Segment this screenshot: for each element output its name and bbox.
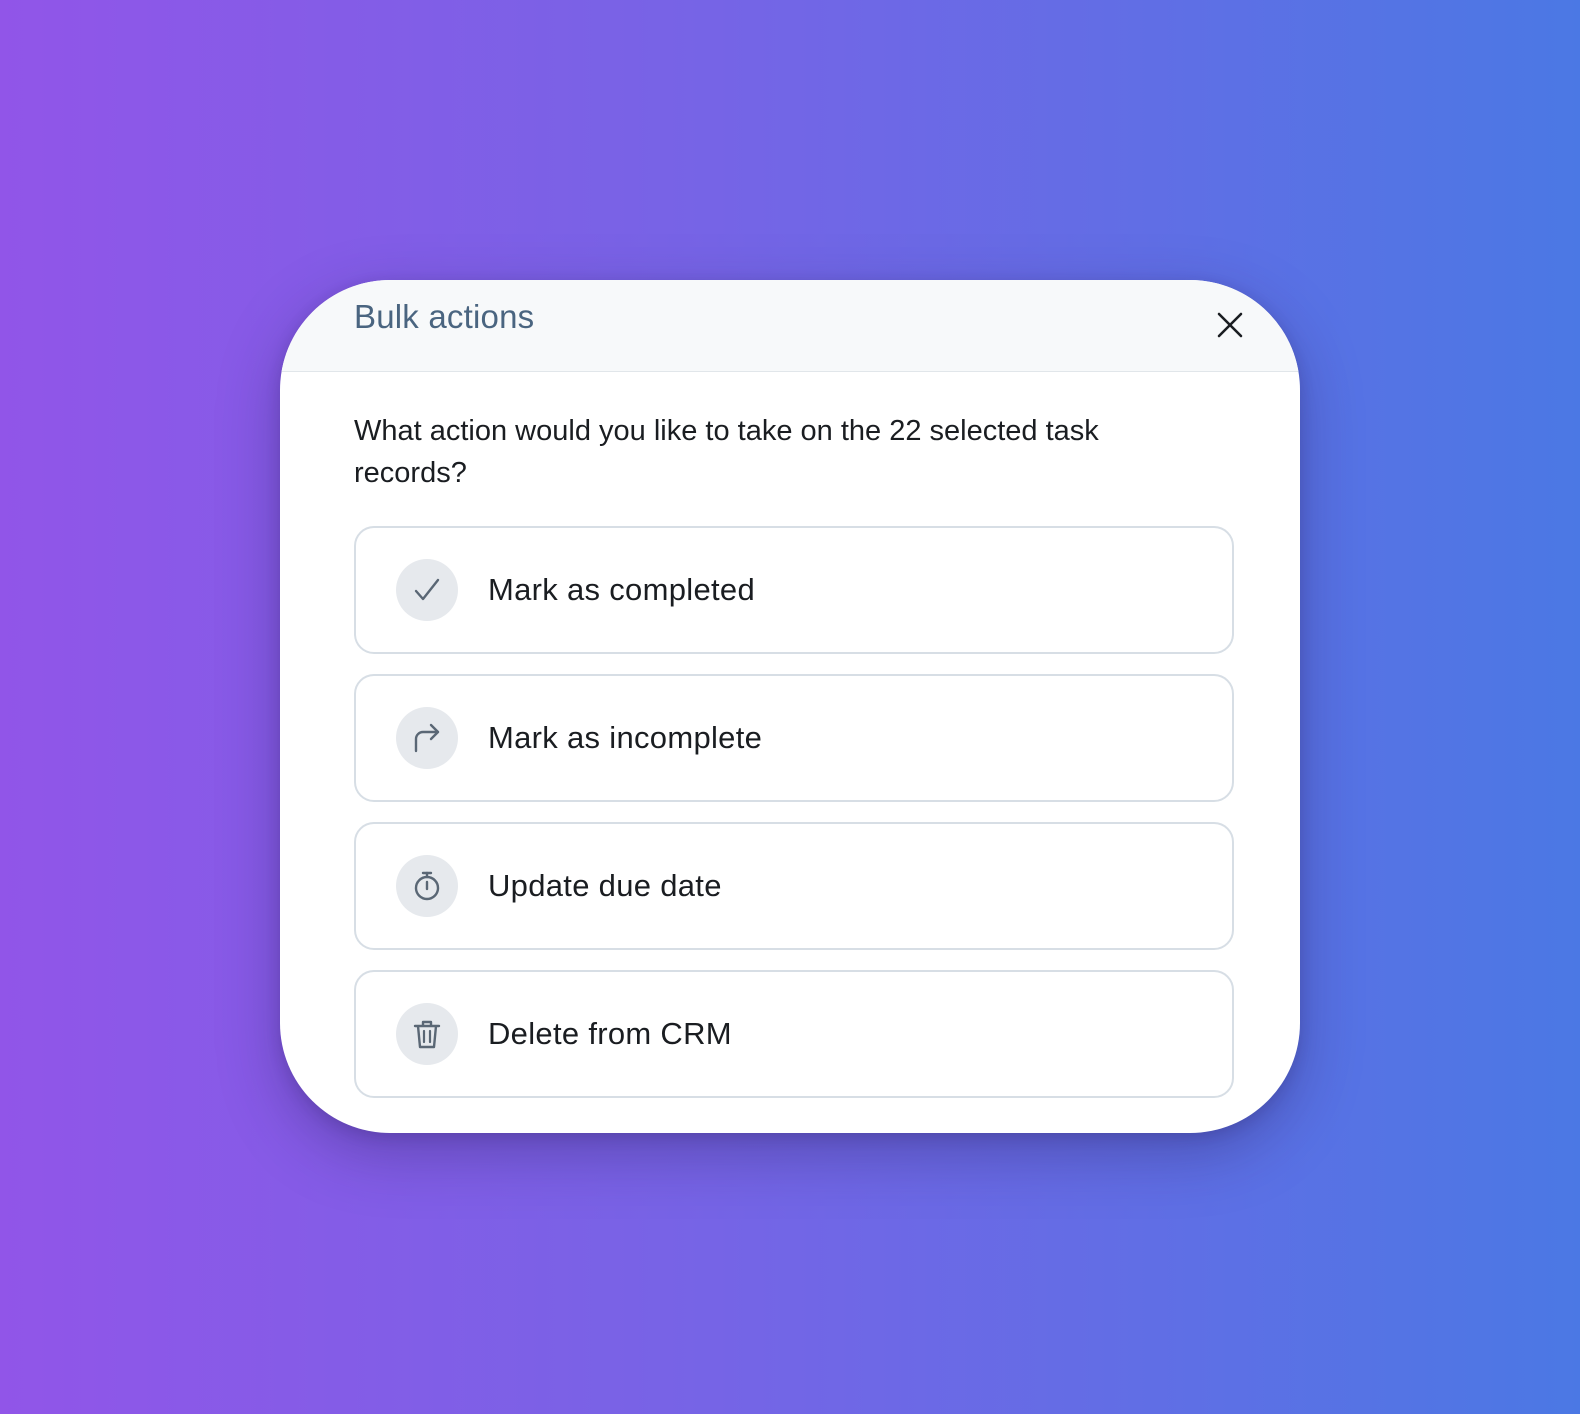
mark-completed-option[interactable]: Mark as completed — [354, 526, 1234, 654]
option-label: Mark as completed — [488, 572, 755, 607]
close-icon — [1217, 312, 1243, 338]
delete-from-crm-option[interactable]: Delete from CRM — [354, 970, 1234, 1098]
check-icon — [396, 559, 458, 621]
forward-arrow-icon — [396, 707, 458, 769]
option-label: Mark as incomplete — [488, 720, 763, 755]
action-options-list: Mark as completed Mark as incomplete Upd… — [354, 526, 1234, 1118]
option-label: Update due date — [488, 868, 722, 903]
dialog-header: Bulk actions — [280, 280, 1300, 372]
dialog-prompt: What action would you like to take on th… — [354, 415, 1099, 489]
stopwatch-icon — [396, 855, 458, 917]
update-due-date-option[interactable]: Update due date — [354, 822, 1234, 950]
trash-icon — [396, 1003, 458, 1065]
dialog-title: Bulk actions — [354, 298, 535, 335]
close-button[interactable] — [1210, 305, 1250, 345]
bulk-actions-dialog: Bulk actions What action would you like … — [280, 280, 1300, 1133]
mark-incomplete-option[interactable]: Mark as incomplete — [354, 674, 1234, 802]
option-label: Delete from CRM — [488, 1016, 732, 1051]
